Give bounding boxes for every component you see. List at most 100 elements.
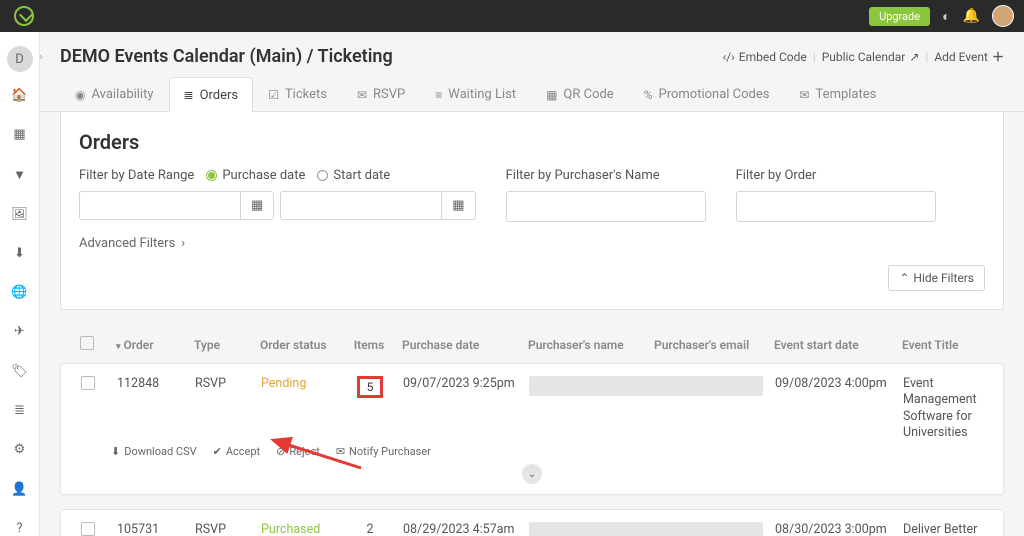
code-icon: ‹/› [723, 50, 735, 64]
status-badge: Purchased [261, 522, 320, 536]
external-link-icon: ↗ [909, 50, 919, 64]
expand-row-button[interactable]: ⌄ [522, 464, 542, 484]
purchase-date: 09/07/2023 9:25pm [397, 376, 523, 391]
add-event-link[interactable]: Add Event＋ [934, 48, 1004, 65]
user-icon[interactable]: 👤 [12, 481, 28, 496]
col-type[interactable]: Type [188, 338, 254, 352]
tab-rsvp[interactable]: ✉RSVP [342, 77, 420, 111]
cancel-icon: ⊘ [276, 445, 285, 458]
col-items[interactable]: Items [342, 338, 396, 352]
date-from-picker[interactable]: ▦ [240, 192, 273, 219]
sidebar-selector[interactable]: D › [7, 46, 33, 72]
waiting-list-icon: ≡ [435, 88, 442, 102]
hide-filters-button[interactable]: ⌃Hide Filters [888, 265, 985, 291]
rsvp-icon: ✉ [357, 88, 367, 102]
col-order[interactable]: ▾ Order [110, 338, 188, 352]
availability-icon: ◉ [75, 88, 85, 102]
bell-icon[interactable]: 🔔 [963, 8, 980, 24]
event-start-date: 09/08/2023 4:00pm [769, 376, 897, 391]
filter-order-input[interactable] [736, 191, 936, 222]
brand-logo-icon [14, 6, 34, 26]
templates-icon: ✉ [799, 88, 809, 102]
breadcrumb: DEMO Events Calendar (Main) / Ticketing [60, 46, 393, 67]
help-icon[interactable]: ? [12, 521, 28, 536]
calendar-icon[interactable]: ▦ [12, 127, 28, 142]
col-purchaser-name[interactable]: Purchaser's name [522, 338, 648, 352]
sidebar: D › 🏠 ▦ ▼ 🖼 ⬇ 🌐 ✈ 🏷 ≣ ⚙ 👤 ? [0, 32, 40, 536]
support-icon[interactable]: ◐ [942, 8, 950, 25]
filter-date-label: Filter by Date Range [79, 168, 194, 183]
list-icon[interactable]: ≣ [12, 403, 28, 418]
items-count: 2 [343, 522, 397, 536]
chevron-up-icon: ⌃ [899, 271, 909, 285]
tabs: ◉Availability ≣Orders ☑Tickets ✉RSVP ≡Wa… [40, 77, 1024, 112]
tab-waiting-list[interactable]: ≡Waiting List [420, 77, 531, 111]
radio-purchase-date[interactable]: Purchase date [206, 168, 305, 183]
items-count-highlight: 5 [357, 376, 384, 398]
tab-promotional-codes[interactable]: %Promotional Codes [629, 77, 785, 111]
col-event-start[interactable]: Event start date [768, 338, 896, 352]
advanced-filters-toggle[interactable]: Advanced Filters› [79, 236, 185, 251]
redacted-content [529, 522, 763, 536]
globe-icon[interactable]: 🌐 [12, 285, 28, 300]
table-header: ▾ Order Type Order status Items Purchase… [60, 326, 1004, 363]
notify-action[interactable]: ✉Notify Purchaser [336, 445, 431, 458]
reject-action[interactable]: ⊘Reject [276, 445, 320, 458]
tab-templates[interactable]: ✉Templates [784, 77, 891, 111]
purchase-date: 08/29/2023 4:57am [397, 522, 523, 536]
download-csv-action[interactable]: ⬇Download CSV [111, 445, 197, 458]
radio-start-date[interactable]: Start date [317, 168, 390, 183]
tab-orders[interactable]: ≣Orders [169, 77, 254, 112]
order-id[interactable]: 112848 [111, 376, 189, 391]
col-status[interactable]: Order status [254, 338, 342, 352]
qr-icon: ▦ [546, 88, 557, 102]
select-all-checkbox[interactable] [80, 336, 94, 350]
check-icon: ✔ [213, 445, 222, 458]
row-checkbox[interactable] [81, 376, 95, 390]
col-purchaser-email[interactable]: Purchaser's email [648, 338, 768, 352]
col-event-title[interactable]: Event Title [896, 338, 990, 352]
event-title: Event Management Software for Universiti… [897, 376, 989, 441]
topbar: Upgrade ◐ 🔔 [0, 0, 1024, 32]
image-icon[interactable]: 🖼 [12, 207, 28, 222]
order-type: RSVP [189, 376, 255, 391]
table-row: 112848 RSVP Pending 5 09/07/2023 9:25pm … [60, 363, 1004, 495]
row-checkbox[interactable] [81, 522, 95, 536]
plus-icon: ＋ [992, 48, 1004, 65]
promo-icon: % [644, 88, 653, 102]
tickets-icon: ☑ [268, 88, 279, 102]
filter-name-label: Filter by Purchaser's Name [506, 168, 706, 183]
col-purchase-date[interactable]: Purchase date [396, 338, 522, 352]
accept-action[interactable]: ✔Accept [213, 445, 261, 458]
filter-name-input[interactable] [506, 191, 706, 222]
date-from-input[interactable] [80, 192, 240, 219]
tab-tickets[interactable]: ☑Tickets [253, 77, 342, 111]
home-icon[interactable]: 🏠 [12, 88, 28, 103]
send-icon[interactable]: ✈ [12, 324, 28, 339]
download-icon: ⬇ [111, 445, 120, 458]
public-calendar-link[interactable]: Public Calendar↗ [822, 50, 920, 64]
mail-icon: ✉ [336, 445, 345, 458]
tab-availability[interactable]: ◉Availability [60, 77, 169, 111]
table-row: 105731 RSVP Purchased 2 08/29/2023 4:57a… [60, 509, 1004, 536]
sort-icon: ▾ [116, 342, 121, 352]
tag-icon[interactable]: 🏷 [12, 364, 28, 379]
embed-code-link[interactable]: ‹/›Embed Code [723, 50, 807, 64]
settings-icon[interactable]: ⚙ [12, 442, 28, 457]
chevron-right-icon: › [181, 236, 185, 251]
tab-qr-code[interactable]: ▦QR Code [531, 77, 629, 111]
filter-icon[interactable]: ▼ [12, 167, 28, 183]
download-icon[interactable]: ⬇ [12, 246, 28, 261]
date-to-picker[interactable]: ▦ [441, 192, 474, 219]
order-id[interactable]: 105731 [111, 522, 189, 536]
page-title: Orders [79, 130, 985, 154]
upgrade-button[interactable]: Upgrade [869, 7, 930, 26]
avatar[interactable] [992, 5, 1014, 27]
orders-icon: ≣ [184, 88, 194, 102]
event-start-date: 08/30/2023 3:00pm [769, 522, 897, 536]
redacted-content [529, 376, 763, 396]
status-badge: Pending [261, 376, 306, 391]
date-to-input[interactable] [281, 192, 441, 219]
order-type: RSVP [189, 522, 255, 536]
filter-order-label: Filter by Order [736, 168, 936, 183]
